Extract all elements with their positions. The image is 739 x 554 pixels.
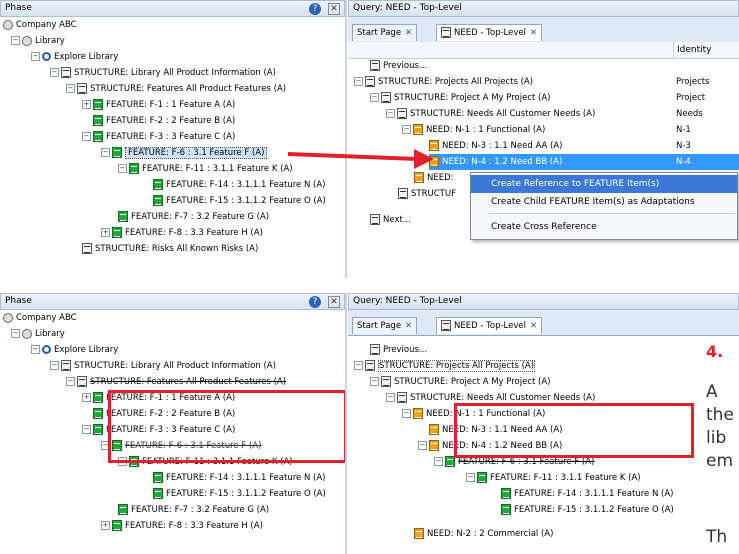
tree-item-feature-f8[interactable]: + FEATURE: F-8 : 3.3 Feature H (A) (101, 518, 263, 534)
feature-icon (501, 488, 511, 499)
screenshot-separator (0, 279, 739, 293)
tree-item-library[interactable]: − Library (11, 326, 65, 342)
feature-icon (112, 520, 122, 531)
tree-item-structure-features[interactable]: − STRUCTURE: Features All Product Feature… (66, 374, 286, 390)
document-icon (381, 376, 391, 387)
document-icon (441, 320, 451, 331)
tree-item-feature-f11-ref[interactable]: − FEATURE: F-11 : 3.1.1 Feature K (A) (466, 470, 641, 486)
side-text-line: A (706, 382, 718, 402)
close-icon[interactable]: ✕ (328, 296, 340, 308)
document-icon (370, 344, 380, 355)
drag-arrow-head (414, 149, 434, 169)
feature-icon (118, 504, 128, 515)
magnifier-icon (42, 345, 51, 354)
tree-item-project-a[interactable]: − STRUCTURE: Project A My Project (A) (370, 374, 551, 390)
document-icon (397, 392, 407, 403)
question-mark-icon[interactable]: ? (309, 296, 321, 308)
gear-icon (3, 312, 13, 323)
highlight-box-right (454, 403, 694, 458)
expand-icon[interactable]: + (101, 521, 110, 530)
side-text-line: the (706, 405, 734, 425)
gear-icon (22, 328, 32, 339)
collapse-icon[interactable]: − (370, 377, 379, 386)
tree-item-feature-f7[interactable]: FEATURE: F-7 : 3.2 Feature G (A) (118, 502, 269, 518)
collapse-icon[interactable]: − (466, 473, 475, 482)
expand-icon[interactable]: + (82, 393, 91, 402)
tree-item-feature-f15-ref[interactable]: FEATURE: F-15 : 3.1.1.2 Feature O (A) (501, 502, 674, 518)
collapse-icon[interactable]: − (11, 329, 20, 338)
collapse-icon[interactable]: − (50, 361, 59, 370)
close-tab-icon[interactable]: ✕ (530, 321, 537, 331)
collapse-icon[interactable]: − (418, 441, 427, 450)
side-text-line: Th (706, 527, 728, 547)
collapse-icon[interactable]: − (386, 393, 395, 402)
close-tab-icon[interactable]: ✕ (405, 321, 412, 331)
tree-item-feature-f14-ref[interactable]: FEATURE: F-14 : 3.1.1.1 Feature N (A) (501, 486, 673, 502)
tree-item-explore-library[interactable]: − Explore Library (31, 342, 118, 358)
feature-icon (153, 488, 163, 499)
tree-item-feature-f14[interactable]: FEATURE: F-14 : 3.1.1.1 Feature N (A) (153, 470, 325, 486)
tree-item-feature-f15[interactable]: FEATURE: F-15 : 3.1.1.2 Feature O (A) (153, 486, 326, 502)
side-text-line: lib (706, 428, 727, 448)
feature-icon (153, 472, 163, 483)
query-panel-header-2: Query: NEED - Top-Level (348, 293, 739, 310)
collapse-icon[interactable]: − (31, 345, 40, 354)
collapse-icon[interactable]: − (402, 409, 411, 418)
document-icon (77, 376, 87, 387)
need-icon (413, 408, 423, 419)
drag-arrow-shaft (287, 152, 419, 161)
step-number: 4. (706, 342, 724, 361)
feature-icon (477, 472, 487, 483)
feature-icon (501, 504, 511, 515)
tree-item-previous[interactable]: Previous... (370, 342, 427, 358)
highlight-box-left (108, 390, 347, 463)
need-icon (429, 424, 439, 435)
need-icon (429, 440, 439, 451)
feature-icon (93, 408, 103, 419)
document-icon (365, 360, 375, 371)
collapse-icon[interactable]: − (434, 457, 443, 466)
feature-icon (93, 392, 103, 403)
tree-item-structure-library[interactable]: − STRUCTURE: Library All Product Informat… (50, 358, 276, 374)
feature-icon (93, 424, 103, 435)
phase-panel-header-2: Phase (0, 293, 345, 310)
side-text-line: em (706, 451, 734, 471)
tab-need-top-level[interactable]: NEED - Top-Level ✕ (436, 317, 543, 334)
tree-item-company[interactable]: Company ABC (3, 310, 77, 326)
tree-item-structure-projects[interactable]: − STRUCTURE: Projects All Projects (A) (354, 358, 536, 374)
need-icon (414, 528, 424, 539)
collapse-icon[interactable]: − (82, 425, 91, 434)
document-icon (61, 360, 71, 371)
panel-divider (345, 293, 347, 554)
collapse-icon[interactable]: − (66, 377, 75, 386)
tree-item-need-n2[interactable]: NEED: N-2 : 2 Commercial (A) (414, 526, 553, 542)
tab-start-page[interactable]: Start Page ✕ (352, 317, 418, 334)
collapse-icon[interactable]: − (354, 361, 363, 370)
